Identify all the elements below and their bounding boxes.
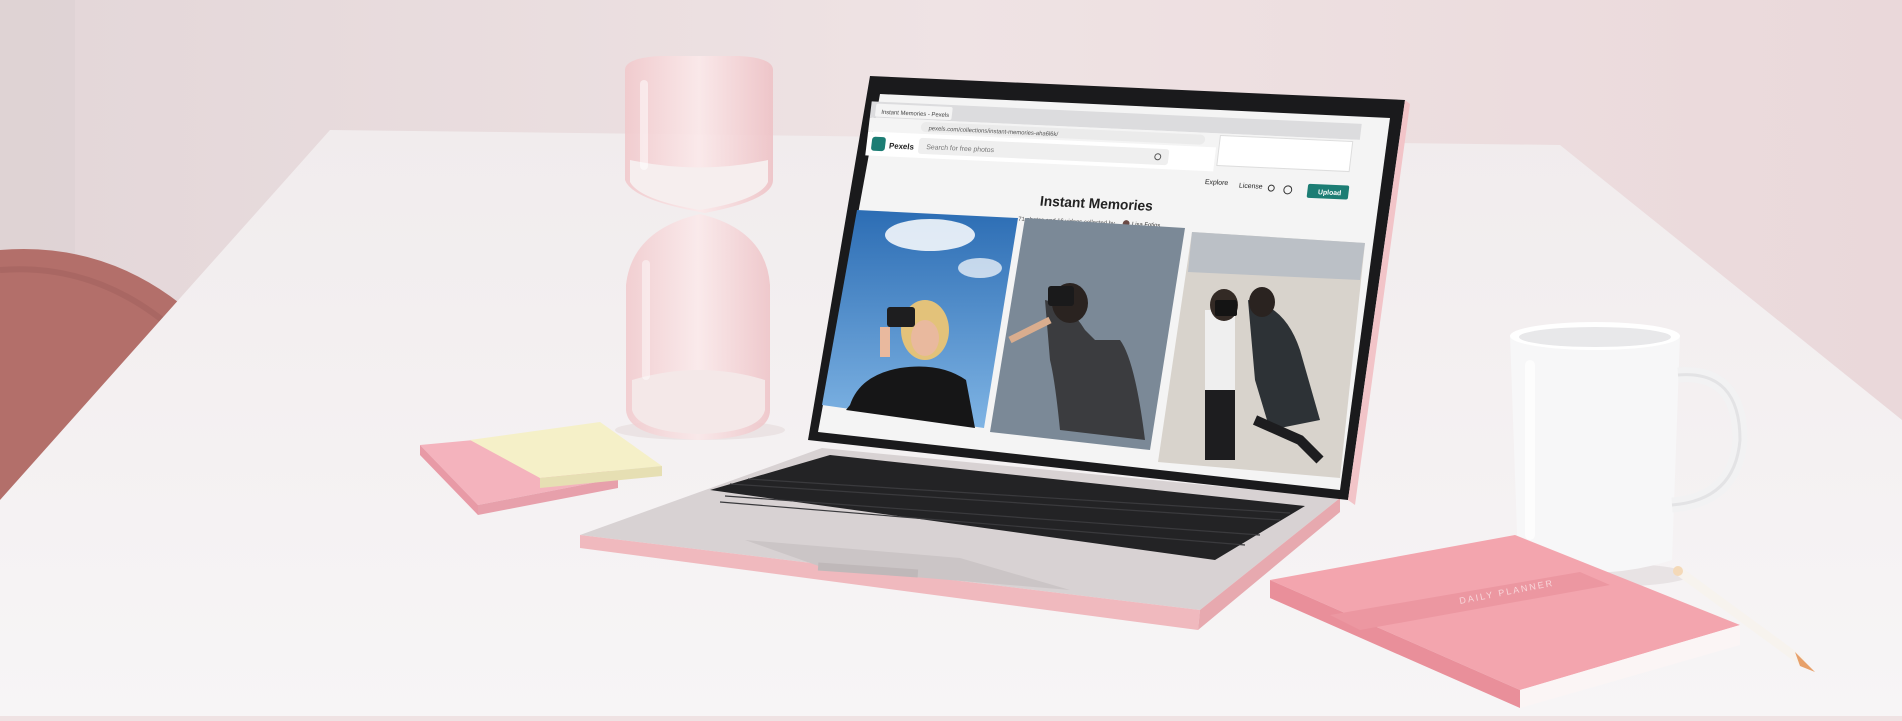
photo-card-3[interactable] — [1158, 232, 1365, 478]
pexels-logo-icon[interactable] — [871, 136, 886, 152]
nav-explore[interactable]: Explore — [1204, 179, 1228, 187]
photo-scene: Instant Memories - Pexels pexels.com/col… — [0, 0, 1902, 716]
photo-card-1[interactable] — [822, 210, 1018, 428]
nav-license[interactable]: License — [1239, 183, 1264, 191]
upload-label: Upload — [1318, 189, 1342, 197]
pexels-logo-text[interactable]: Pexels — [889, 141, 915, 151]
